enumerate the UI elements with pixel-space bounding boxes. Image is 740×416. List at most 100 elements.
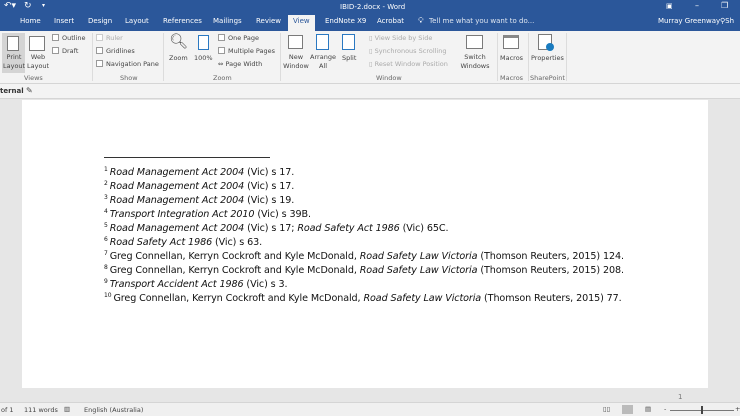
footnote-number: 6 bbox=[104, 236, 108, 243]
ribbon-display-icon[interactable]: ▣ bbox=[666, 2, 673, 10]
synchronous-scrolling-button[interactable]: ▯ Synchronous Scrolling bbox=[369, 47, 447, 55]
group-label-show: Show bbox=[120, 74, 138, 82]
read-mode-icon[interactable]: ▯▯ bbox=[603, 405, 610, 413]
minimize-button[interactable]: – bbox=[695, 1, 699, 10]
outline-label: Outline bbox=[62, 34, 86, 42]
outline-button[interactable]: Outline bbox=[52, 34, 86, 42]
footnote: 4 Transport Integration Act 2010 (Vic) s … bbox=[104, 208, 311, 220]
switch-windows-icon bbox=[466, 35, 483, 49]
footnote: 7 Greg Connellan, Kerryn Cockroft and Kyl… bbox=[104, 250, 624, 262]
group-label-sharepoint: SharePoint bbox=[530, 74, 565, 82]
web-layout-view-icon[interactable]: ▤ bbox=[645, 405, 651, 413]
footnote: 5 Road Management Act 2004 (Vic) s 17; Ro… bbox=[104, 222, 449, 234]
split-button[interactable]: Split bbox=[342, 54, 356, 62]
reset-pos-label: Reset Window Position bbox=[374, 60, 448, 68]
redo-icon[interactable]: ↻ bbox=[24, 1, 32, 11]
window-title: IBID-2.docx - Word bbox=[340, 3, 406, 11]
reset-window-position-button[interactable]: ▯ Reset Window Position bbox=[369, 60, 448, 68]
footnote-citation-title: Road Safety Act 1986 bbox=[297, 223, 400, 234]
tab-references[interactable]: References bbox=[163, 17, 202, 25]
page-count[interactable]: of 1 bbox=[1, 406, 13, 414]
group-label-zoom: Zoom bbox=[213, 74, 232, 82]
language[interactable]: English (Australia) bbox=[84, 406, 143, 414]
arrange-all-button[interactable]: Arrange All bbox=[310, 53, 336, 71]
footnote: 8 Greg Connellan, Kerryn Cockroft and Kyl… bbox=[104, 264, 624, 276]
user-name[interactable]: Murray Greenway bbox=[658, 17, 720, 25]
view-side-label: View Side by Side bbox=[374, 34, 433, 42]
outline-icon bbox=[52, 34, 59, 41]
multiple-pages-label: Multiple Pages bbox=[228, 47, 276, 55]
multiple-pages-button[interactable]: Multiple Pages bbox=[218, 47, 275, 55]
properties-button[interactable]: Properties bbox=[531, 54, 564, 62]
edit-pencil-icon[interactable]: ✎ bbox=[26, 86, 33, 95]
print-layout-view-icon[interactable] bbox=[622, 405, 633, 414]
view-side-by-side-button[interactable]: ▯ View Side by Side bbox=[369, 34, 432, 42]
group-label-window: Window bbox=[376, 74, 402, 82]
print-layout-label[interactable]: Print Layout bbox=[3, 53, 25, 71]
divider bbox=[163, 33, 164, 81]
zoom-icon[interactable]: 🔍︎ bbox=[169, 32, 188, 50]
group-label-macros: Macros bbox=[500, 74, 524, 82]
footnote: 6 Road Safety Act 1986 (Vic) s 63. bbox=[104, 236, 262, 248]
footnote-text: (Vic) s 19. bbox=[244, 195, 295, 206]
tab-endnote[interactable]: EndNote X9 bbox=[325, 17, 366, 25]
page-number: 1 bbox=[678, 393, 683, 401]
undo-icon[interactable]: ↶▾ bbox=[4, 1, 16, 11]
tab-mailings[interactable]: Mailings bbox=[213, 17, 242, 25]
web-layout-label[interactable]: Web Layout bbox=[27, 53, 49, 71]
sync-scroll-label: Synchronous Scrolling bbox=[374, 47, 447, 55]
one-page-button[interactable]: One Page bbox=[218, 34, 259, 42]
footnote-text: Greg Connellan, Kerryn Cockroft and Kyle… bbox=[113, 293, 364, 304]
tab-home[interactable]: Home bbox=[20, 17, 41, 25]
hundred-percent-icon bbox=[198, 35, 209, 50]
page-width-button[interactable]: ⇔ Page Width bbox=[218, 60, 262, 68]
footnote-text: (Vic) s 39B. bbox=[254, 209, 311, 220]
ruler-checkbox[interactable]: Ruler bbox=[96, 34, 123, 42]
hundred-percent-button[interactable]: 100% bbox=[194, 54, 213, 62]
footnote-citation-title: Transport Integration Act 2010 bbox=[109, 209, 255, 220]
zoom-out-button[interactable]: - bbox=[664, 405, 666, 413]
zoom-in-button[interactable]: + bbox=[735, 405, 740, 413]
footnote-number: 9 bbox=[104, 278, 108, 285]
tab-design[interactable]: Design bbox=[88, 17, 112, 25]
navigation-pane-checkbox[interactable]: Navigation Pane bbox=[96, 60, 159, 68]
lightbulb-icon: 💡︎ bbox=[418, 16, 424, 25]
footnote-text: (Thomson Reuters, 2015) 77. bbox=[481, 293, 622, 304]
draft-icon bbox=[52, 47, 59, 54]
macros-icon bbox=[503, 35, 519, 49]
arrange-all-icon bbox=[316, 34, 329, 50]
new-window-button[interactable]: New Window bbox=[283, 53, 309, 71]
zoom-slider-thumb[interactable] bbox=[701, 406, 703, 414]
proofing-icon[interactable]: ▥ bbox=[64, 405, 70, 413]
footnote-text: (Vic) s 17; bbox=[244, 223, 298, 234]
footnote-text: (Vic) s 3. bbox=[243, 279, 288, 290]
restore-button[interactable]: ❐ bbox=[721, 1, 728, 10]
title-bar: ↶▾ ↻ ▾ IBID-2.docx - Word ▣ – ❐ bbox=[0, 0, 740, 14]
zoom-button[interactable]: Zoom bbox=[169, 54, 188, 62]
share-icon[interactable]: ⚲Sh bbox=[720, 17, 734, 25]
tell-me-search[interactable]: Tell me what you want to do... bbox=[429, 17, 534, 25]
footnote-text: Greg Connellan, Kerryn Cockroft and Kyle… bbox=[109, 251, 360, 262]
footnote-number: 7 bbox=[104, 250, 108, 257]
qat-more-icon[interactable]: ▾ bbox=[42, 2, 45, 9]
footnote-citation-title: Road Management Act 2004 bbox=[109, 223, 245, 234]
tab-acrobat[interactable]: Acrobat bbox=[377, 17, 404, 25]
footnote-citation-title: Transport Accident Act 1986 bbox=[109, 279, 244, 290]
gridlines-checkbox[interactable]: Gridlines bbox=[96, 47, 135, 55]
tab-layout[interactable]: Layout bbox=[125, 17, 149, 25]
share-label[interactable]: Sh bbox=[725, 17, 734, 25]
tab-view[interactable]: View bbox=[288, 15, 315, 31]
footnote-text: (Vic) 65C. bbox=[399, 223, 449, 234]
tab-insert[interactable]: Insert bbox=[54, 17, 74, 25]
divider bbox=[92, 33, 93, 81]
ruler-label: Ruler bbox=[106, 34, 123, 42]
macros-button[interactable]: Macros bbox=[500, 54, 523, 62]
switch-windows-button[interactable]: Switch Windows bbox=[458, 53, 492, 71]
draft-button[interactable]: Draft bbox=[52, 47, 78, 55]
footnote-number: 2 bbox=[104, 180, 108, 187]
footnote-citation-title: Road Safety Law Victoria bbox=[359, 251, 478, 262]
footnote: 2 Road Management Act 2004 (Vic) s 17. bbox=[104, 180, 294, 192]
one-page-icon bbox=[218, 34, 225, 41]
word-count[interactable]: 111 words bbox=[24, 406, 58, 414]
tab-review[interactable]: Review bbox=[256, 17, 281, 25]
